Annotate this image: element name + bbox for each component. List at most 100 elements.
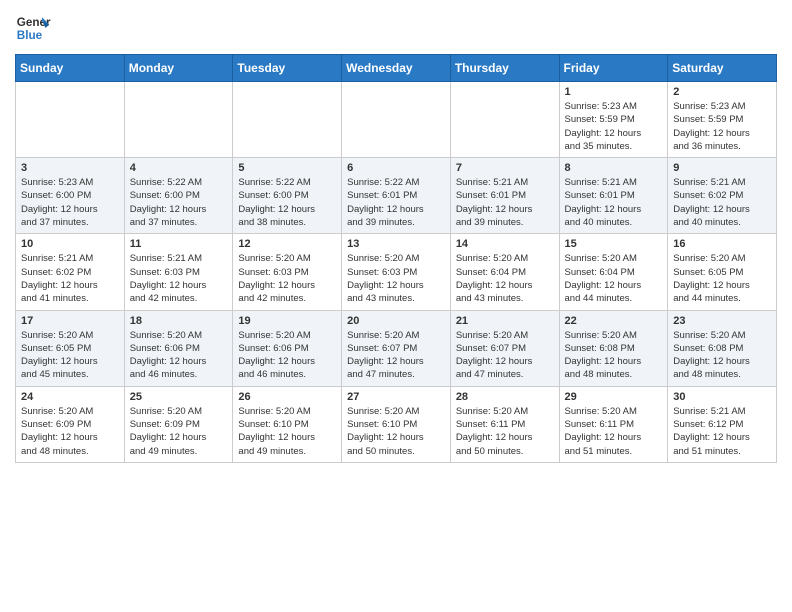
calendar-week-1: 1 Sunrise: 5:23 AM Sunset: 5:59 PM Daylig… [16, 82, 777, 158]
day-info: Sunrise: 5:20 AM Sunset: 6:03 PM Dayligh… [347, 252, 445, 305]
day-info: Sunrise: 5:20 AM Sunset: 6:08 PM Dayligh… [673, 329, 771, 382]
day-info: Sunrise: 5:20 AM Sunset: 6:04 PM Dayligh… [565, 252, 663, 305]
day-number: 17 [21, 315, 119, 327]
calendar-cell: 18 Sunrise: 5:20 AM Sunset: 6:06 PM Dayli… [124, 310, 233, 386]
day-number: 3 [21, 162, 119, 174]
day-info: Sunrise: 5:20 AM Sunset: 6:05 PM Dayligh… [21, 329, 119, 382]
day-number: 14 [456, 238, 554, 250]
day-info: Sunrise: 5:21 AM Sunset: 6:01 PM Dayligh… [565, 176, 663, 229]
day-number: 6 [347, 162, 445, 174]
calendar-cell: 26Sunrise: 5:20 AM Sunset: 6:10 PM Dayli… [233, 386, 342, 462]
weekday-header-wednesday: Wednesday [342, 55, 451, 82]
calendar-cell [124, 82, 233, 158]
calendar-cell: 16 Sunrise: 5:20 AM Sunset: 6:05 PM Dayli… [668, 234, 777, 310]
day-number: 29 [565, 391, 663, 403]
weekday-header-monday: Monday [124, 55, 233, 82]
weekday-header-sunday: Sunday [16, 55, 125, 82]
calendar-cell: 13 Sunrise: 5:20 AM Sunset: 6:03 PM Dayli… [342, 234, 451, 310]
day-info: Sunrise: 5:20 AM Sunset: 6:10 PM Dayligh… [238, 405, 336, 458]
header: General Blue [15, 10, 777, 46]
day-info: Sunrise: 5:20 AM Sunset: 6:04 PM Dayligh… [456, 252, 554, 305]
day-number: 9 [673, 162, 771, 174]
day-number: 19 [238, 315, 336, 327]
day-number: 1 [565, 86, 663, 98]
day-info: Sunrise: 5:20 AM Sunset: 6:05 PM Dayligh… [673, 252, 771, 305]
calendar-week-2: 3 Sunrise: 5:23 AM Sunset: 6:00 PM Daylig… [16, 158, 777, 234]
calendar-cell: 5Sunrise: 5:22 AM Sunset: 6:00 PM Daylig… [233, 158, 342, 234]
day-number: 25 [130, 391, 228, 403]
calendar-cell: 9 Sunrise: 5:21 AM Sunset: 6:02 PM Daylig… [668, 158, 777, 234]
day-info: Sunrise: 5:20 AM Sunset: 6:09 PM Dayligh… [21, 405, 119, 458]
day-number: 21 [456, 315, 554, 327]
calendar-cell: 1 Sunrise: 5:23 AM Sunset: 5:59 PM Daylig… [559, 82, 668, 158]
day-number: 16 [673, 238, 771, 250]
calendar-cell: 11 Sunrise: 5:21 AM Sunset: 6:03 PM Dayli… [124, 234, 233, 310]
weekday-header-tuesday: Tuesday [233, 55, 342, 82]
calendar-cell: 27Sunrise: 5:20 AM Sunset: 6:10 PM Dayli… [342, 386, 451, 462]
day-number: 28 [456, 391, 554, 403]
weekday-header-friday: Friday [559, 55, 668, 82]
calendar-cell: 15 Sunrise: 5:20 AM Sunset: 6:04 PM Dayli… [559, 234, 668, 310]
calendar-week-4: 17 Sunrise: 5:20 AM Sunset: 6:05 PM Dayli… [16, 310, 777, 386]
day-number: 12 [238, 238, 336, 250]
day-info: Sunrise: 5:20 AM Sunset: 6:11 PM Dayligh… [565, 405, 663, 458]
day-info: Sunrise: 5:20 AM Sunset: 6:06 PM Dayligh… [130, 329, 228, 382]
calendar-cell [16, 82, 125, 158]
day-number: 8 [565, 162, 663, 174]
calendar-cell: 17 Sunrise: 5:20 AM Sunset: 6:05 PM Dayli… [16, 310, 125, 386]
weekday-header-saturday: Saturday [668, 55, 777, 82]
calendar-cell: 23 Sunrise: 5:20 AM Sunset: 6:08 PM Dayli… [668, 310, 777, 386]
calendar-cell [450, 82, 559, 158]
calendar-cell: 6Sunrise: 5:22 AM Sunset: 6:01 PM Daylig… [342, 158, 451, 234]
calendar-cell: 20Sunrise: 5:20 AM Sunset: 6:07 PM Dayli… [342, 310, 451, 386]
day-number: 24 [21, 391, 119, 403]
day-info: Sunrise: 5:20 AM Sunset: 6:07 PM Dayligh… [347, 329, 445, 382]
day-info: Sunrise: 5:20 AM Sunset: 6:07 PM Dayligh… [456, 329, 554, 382]
day-number: 7 [456, 162, 554, 174]
calendar-week-5: 24 Sunrise: 5:20 AM Sunset: 6:09 PM Dayli… [16, 386, 777, 462]
calendar-cell: 12 Sunrise: 5:20 AM Sunset: 6:03 PM Dayli… [233, 234, 342, 310]
day-info: Sunrise: 5:21 AM Sunset: 6:02 PM Dayligh… [21, 252, 119, 305]
day-info: Sunrise: 5:22 AM Sunset: 6:00 PM Dayligh… [238, 176, 336, 229]
day-info: Sunrise: 5:23 AM Sunset: 5:59 PM Dayligh… [673, 100, 771, 153]
calendar-cell: 2Sunrise: 5:23 AM Sunset: 5:59 PM Daylig… [668, 82, 777, 158]
calendar-cell: 8 Sunrise: 5:21 AM Sunset: 6:01 PM Daylig… [559, 158, 668, 234]
day-number: 4 [130, 162, 228, 174]
day-number: 13 [347, 238, 445, 250]
day-info: Sunrise: 5:23 AM Sunset: 5:59 PM Dayligh… [565, 100, 663, 153]
calendar-cell [233, 82, 342, 158]
calendar-cell: 10Sunrise: 5:21 AM Sunset: 6:02 PM Dayli… [16, 234, 125, 310]
day-number: 15 [565, 238, 663, 250]
calendar-cell: 25 Sunrise: 5:20 AM Sunset: 6:09 PM Dayli… [124, 386, 233, 462]
day-info: Sunrise: 5:20 AM Sunset: 6:08 PM Dayligh… [565, 329, 663, 382]
day-info: Sunrise: 5:20 AM Sunset: 6:03 PM Dayligh… [238, 252, 336, 305]
calendar-cell: 7 Sunrise: 5:21 AM Sunset: 6:01 PM Daylig… [450, 158, 559, 234]
day-info: Sunrise: 5:21 AM Sunset: 6:03 PM Dayligh… [130, 252, 228, 305]
weekday-header-thursday: Thursday [450, 55, 559, 82]
day-info: Sunrise: 5:21 AM Sunset: 6:12 PM Dayligh… [673, 405, 771, 458]
logo-icon: General Blue [15, 10, 51, 46]
day-info: Sunrise: 5:23 AM Sunset: 6:00 PM Dayligh… [21, 176, 119, 229]
calendar-cell: 21 Sunrise: 5:20 AM Sunset: 6:07 PM Dayli… [450, 310, 559, 386]
calendar-cell: 22 Sunrise: 5:20 AM Sunset: 6:08 PM Dayli… [559, 310, 668, 386]
calendar-cell: 30Sunrise: 5:21 AM Sunset: 6:12 PM Dayli… [668, 386, 777, 462]
day-number: 11 [130, 238, 228, 250]
calendar-cell: 29 Sunrise: 5:20 AM Sunset: 6:11 PM Dayli… [559, 386, 668, 462]
calendar-cell: 4Sunrise: 5:22 AM Sunset: 6:00 PM Daylig… [124, 158, 233, 234]
day-number: 23 [673, 315, 771, 327]
day-number: 18 [130, 315, 228, 327]
calendar-table: SundayMondayTuesdayWednesdayThursdayFrid… [15, 54, 777, 463]
day-info: Sunrise: 5:21 AM Sunset: 6:02 PM Dayligh… [673, 176, 771, 229]
calendar-cell: 14 Sunrise: 5:20 AM Sunset: 6:04 PM Dayli… [450, 234, 559, 310]
calendar-week-3: 10Sunrise: 5:21 AM Sunset: 6:02 PM Dayli… [16, 234, 777, 310]
calendar-cell [342, 82, 451, 158]
calendar-cell: 28 Sunrise: 5:20 AM Sunset: 6:11 PM Dayli… [450, 386, 559, 462]
day-info: Sunrise: 5:20 AM Sunset: 6:09 PM Dayligh… [130, 405, 228, 458]
day-info: Sunrise: 5:21 AM Sunset: 6:01 PM Dayligh… [456, 176, 554, 229]
logo: General Blue [15, 10, 51, 46]
calendar-cell: 19 Sunrise: 5:20 AM Sunset: 6:06 PM Dayli… [233, 310, 342, 386]
day-info: Sunrise: 5:20 AM Sunset: 6:06 PM Dayligh… [238, 329, 336, 382]
weekday-header-row: SundayMondayTuesdayWednesdayThursdayFrid… [16, 55, 777, 82]
day-info: Sunrise: 5:20 AM Sunset: 6:11 PM Dayligh… [456, 405, 554, 458]
day-number: 22 [565, 315, 663, 327]
